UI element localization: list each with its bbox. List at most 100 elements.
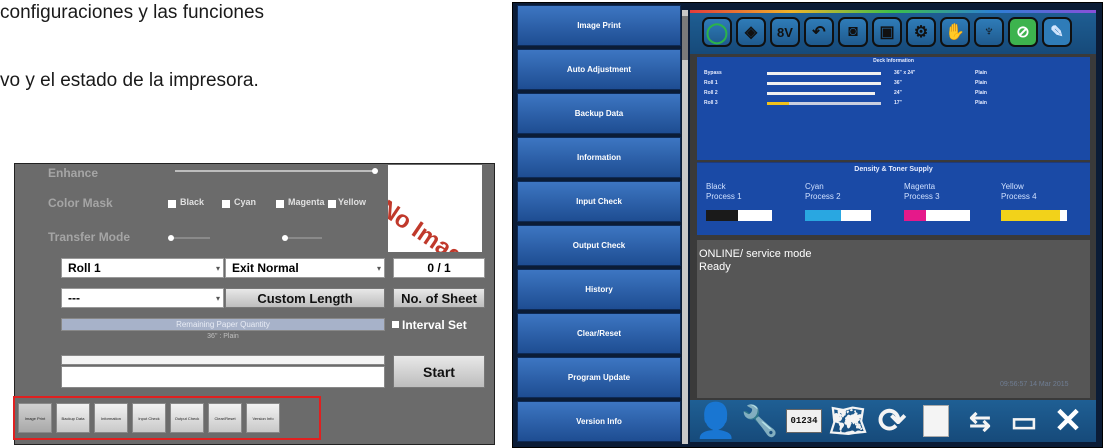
toner-black-process: Process 1 bbox=[706, 192, 742, 201]
deck-roll1-bar bbox=[767, 82, 881, 85]
tab-backup-data[interactable]: Backup Data bbox=[56, 403, 90, 433]
user-icon[interactable]: 👤 bbox=[695, 402, 737, 440]
gear-sheet-icon[interactable]: ⚙ bbox=[906, 17, 936, 47]
filename-strip bbox=[61, 355, 385, 365]
deck-roll2-media: Plain bbox=[975, 90, 987, 96]
start-button[interactable]: Start bbox=[393, 355, 485, 388]
cyan-checkbox[interactable] bbox=[222, 200, 230, 208]
side-menu-version-info[interactable]: Version Info bbox=[517, 401, 681, 442]
side-menu-input-check[interactable]: Input Check bbox=[517, 181, 681, 222]
deck-roll1-label: Roll 1 bbox=[704, 80, 718, 86]
no-image-text: No Image bbox=[388, 195, 480, 252]
side-menu-scrollbar[interactable] bbox=[682, 10, 688, 444]
tab-image-print[interactable]: Image Print bbox=[18, 403, 52, 433]
tab-output-check[interactable]: Output Check bbox=[170, 403, 204, 433]
custom-length-button[interactable]: Custom Length bbox=[225, 288, 385, 308]
warning-icon[interactable]: ◈ bbox=[736, 17, 766, 47]
rainbow-strip bbox=[690, 10, 1096, 13]
side-menu-scrollbar-thumb[interactable] bbox=[682, 16, 688, 60]
deck-roll2-size: 24" bbox=[894, 90, 902, 96]
length-select[interactable]: --- bbox=[61, 288, 224, 308]
remaining-paper-label: Remaining Paper Quantity bbox=[176, 320, 270, 329]
side-menu-information[interactable]: Information bbox=[517, 137, 681, 178]
toner-magenta-name: Magenta bbox=[904, 182, 936, 191]
toner-yellow-fill bbox=[1001, 210, 1060, 221]
roll-select-arrow-icon: ▾ bbox=[216, 264, 221, 273]
wrench-icon[interactable]: ✎ bbox=[1042, 17, 1072, 47]
transfer-mode-slider-2[interactable] bbox=[282, 237, 322, 239]
side-menu-program-update[interactable]: Program Update bbox=[517, 357, 681, 398]
transfer-mode-knob-1[interactable] bbox=[168, 235, 174, 241]
roll-select[interactable]: Roll 1 bbox=[61, 258, 224, 278]
camera-icon[interactable]: ◙ bbox=[838, 17, 868, 47]
magenta-checkbox[interactable] bbox=[276, 200, 284, 208]
toner-cyan-process: Process 2 bbox=[805, 192, 841, 201]
yellow-checkbox-label: Yellow bbox=[338, 197, 367, 207]
magenta-checkbox-label: Magenta bbox=[288, 197, 325, 207]
yellow-checkbox[interactable] bbox=[328, 200, 336, 208]
black-checkbox[interactable] bbox=[168, 200, 176, 208]
tab-clear-reset[interactable]: Clear/Reset bbox=[208, 403, 242, 433]
status-panel bbox=[697, 240, 1090, 398]
transfer-mode-knob-2[interactable] bbox=[282, 235, 288, 241]
monitor-icon[interactable]: ▭ bbox=[1004, 402, 1044, 440]
no-image-preview: No Image bbox=[388, 165, 482, 252]
toner-cyan-fill bbox=[805, 210, 841, 221]
usb-icon[interactable]: ⇆ bbox=[960, 402, 1000, 440]
sheet-counter: 0 / 1 bbox=[393, 258, 485, 278]
status-timestamp: 09:56:57 14 Mar 2015 bbox=[1000, 381, 1069, 388]
refresh-icon[interactable]: ⟳ bbox=[872, 402, 912, 440]
eight-v-icon[interactable]: 8V bbox=[770, 17, 800, 47]
deck-information-title: Deck Information bbox=[873, 58, 914, 64]
toner-yellow-name: Yellow bbox=[1001, 182, 1024, 191]
deck-roll3-label: Roll 3 bbox=[704, 100, 718, 106]
counter-icon[interactable]: 01234 bbox=[784, 402, 824, 440]
toner-yellow-process: Process 4 bbox=[1001, 192, 1037, 201]
deck-roll3-size: 17" bbox=[894, 100, 902, 106]
density-toner-title: Density & Toner Supply bbox=[854, 166, 933, 173]
deck-roll2-label: Roll 2 bbox=[704, 90, 718, 96]
filename-field[interactable] bbox=[61, 366, 385, 388]
tab-information[interactable]: Information bbox=[94, 403, 128, 433]
toner-magenta-fill bbox=[904, 210, 926, 221]
wrench-icon-bottom[interactable]: 🔧 bbox=[740, 402, 780, 440]
side-menu-backup-data[interactable]: Backup Data bbox=[517, 93, 681, 134]
side-menu-image-print[interactable]: Image Print bbox=[517, 5, 681, 46]
no-of-sheet-button[interactable]: No. of Sheet bbox=[393, 288, 485, 308]
tab-version-info[interactable]: Version Info bbox=[246, 403, 280, 433]
cup-icon[interactable]: ♆ bbox=[974, 17, 1004, 47]
black-checkbox-label: Black bbox=[180, 197, 205, 207]
map-icon[interactable]: 🗺 bbox=[828, 402, 868, 440]
interval-set-label: Interval Set bbox=[402, 318, 467, 332]
doc-text-line-1: configuraciones y las funciones bbox=[0, 2, 265, 23]
transfer-mode-slider-1[interactable] bbox=[170, 237, 210, 239]
side-menu-auto-adjustment[interactable]: Auto Adjustment bbox=[517, 49, 681, 90]
deck-roll1-size: 36" bbox=[894, 80, 902, 86]
toner-magenta-process: Process 3 bbox=[904, 192, 940, 201]
doc-text-line-2: vo y el estado de la impresora. bbox=[0, 70, 259, 91]
close-icon[interactable]: ✕ bbox=[1048, 402, 1088, 440]
color-mask-label: Color Mask bbox=[48, 196, 113, 210]
hand-icon[interactable]: ✋ bbox=[940, 17, 970, 47]
interval-set-checkbox[interactable] bbox=[392, 321, 399, 328]
enhance-label: Enhance bbox=[48, 166, 99, 180]
side-menu-history[interactable]: History bbox=[517, 269, 681, 310]
side-menu-clear-reset[interactable]: Clear/Reset bbox=[517, 313, 681, 354]
power-icon[interactable]: ◯ bbox=[702, 17, 732, 47]
printer-icon[interactable]: ▣ bbox=[872, 17, 902, 47]
blank-page-icon[interactable] bbox=[916, 402, 956, 440]
tab-input-check[interactable]: Input Check bbox=[132, 403, 166, 433]
deck-roll2-bar bbox=[767, 92, 875, 95]
deck-roll3-bar-fill bbox=[767, 102, 789, 105]
deck-bypass-bar bbox=[767, 72, 881, 75]
exit-select[interactable]: Exit Normal bbox=[225, 258, 385, 278]
enhance-slider-knob[interactable] bbox=[372, 168, 378, 174]
counter-icon-text: 01234 bbox=[786, 409, 822, 433]
enhance-slider[interactable] bbox=[175, 170, 375, 172]
toner-cyan-name: Cyan bbox=[805, 182, 824, 191]
curve-icon[interactable]: ↶ bbox=[804, 17, 834, 47]
ok-icon[interactable]: ⊘ bbox=[1008, 17, 1038, 47]
side-menu-output-check[interactable]: Output Check bbox=[517, 225, 681, 266]
toner-black-fill bbox=[706, 210, 738, 221]
blank-page-shape bbox=[923, 405, 949, 437]
